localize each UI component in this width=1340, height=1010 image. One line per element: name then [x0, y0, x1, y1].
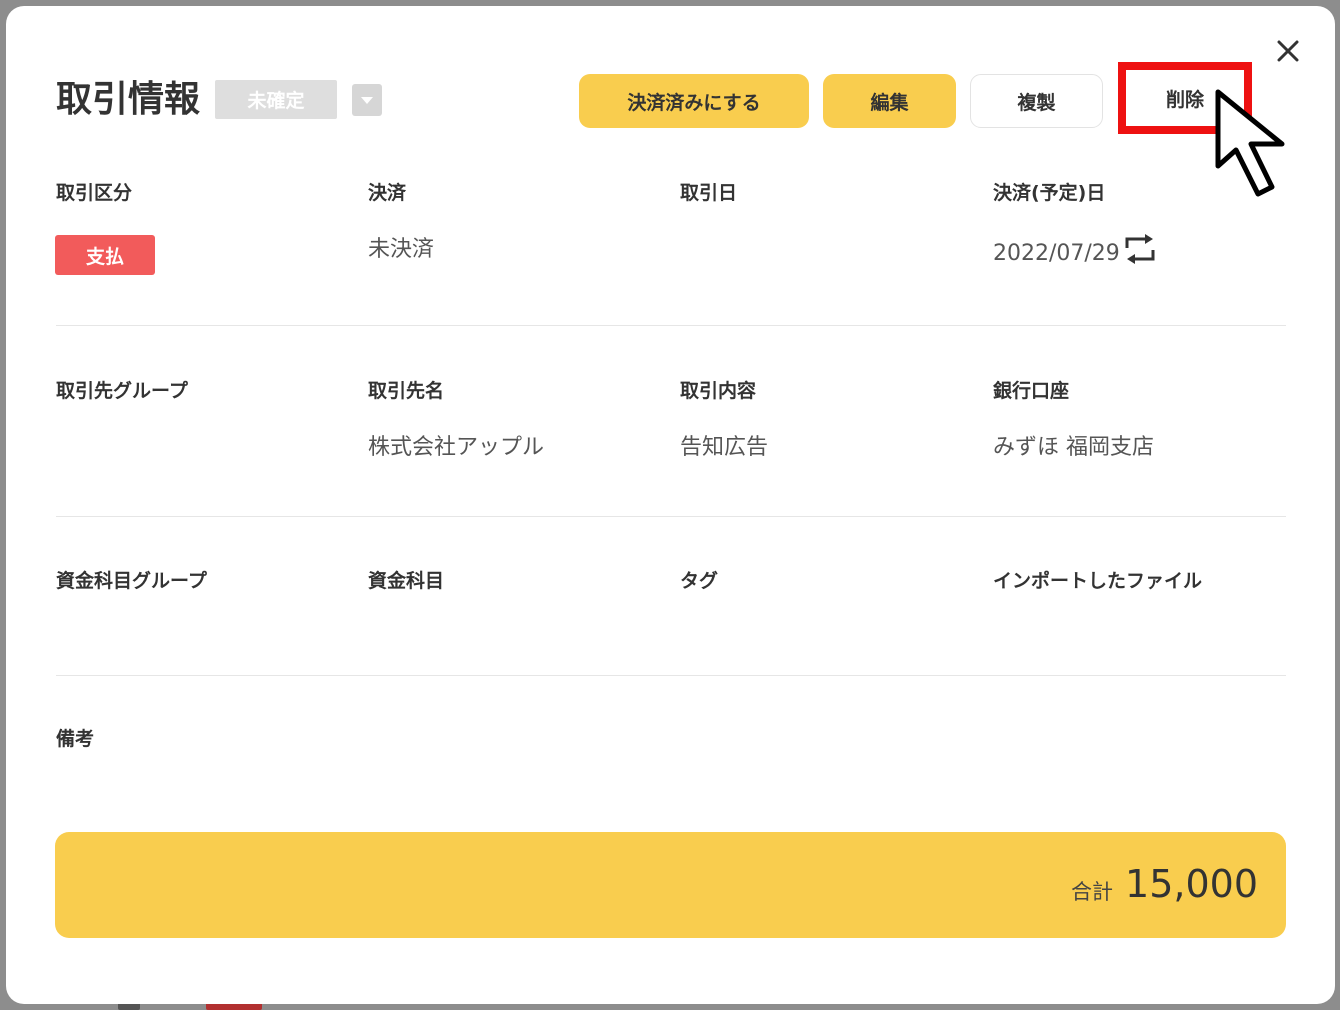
total-bar: 合計 15,000 — [55, 832, 1286, 938]
description-label: 取引内容 — [680, 380, 757, 402]
transaction-date-label: 取引日 — [680, 182, 738, 204]
account-item-label: 資金科目 — [368, 570, 445, 592]
settlement-date-label: 決済(予定)日 — [993, 182, 1106, 204]
tag-label: タグ — [680, 570, 719, 592]
settlement-date-value: 2022/07/29 — [993, 241, 1120, 266]
partner-group-label: 取引先グループ — [56, 380, 188, 402]
total-amount: 15,000 — [1125, 862, 1258, 906]
section-divider — [56, 516, 1286, 517]
close-button[interactable] — [1273, 36, 1303, 66]
bank-account-label: 銀行口座 — [993, 380, 1070, 402]
transaction-detail-dialog: 取引情報 未確定 決済済みにする 編集 複製 削除 取引区分 支払 決済 未決済… — [6, 6, 1335, 1004]
account-group-label: 資金科目グループ — [56, 570, 207, 592]
partner-name-value: 株式会社アップル — [368, 435, 545, 460]
repeat-icon[interactable] — [1123, 234, 1157, 264]
transaction-type-label: 取引区分 — [56, 182, 133, 204]
chevron-down-icon — [361, 97, 373, 104]
settlement-label: 決済 — [368, 182, 407, 204]
bank-account-value: みずほ 福岡支店 — [993, 435, 1154, 460]
mark-settled-button[interactable]: 決済済みにする — [579, 74, 809, 128]
transaction-type-badge: 支払 — [55, 235, 155, 275]
dialog-title: 取引情報 — [56, 79, 201, 120]
status-badge: 未確定 — [215, 80, 337, 119]
close-icon — [1277, 40, 1299, 62]
settlement-value: 未決済 — [368, 237, 435, 262]
total-label: 合計 — [1071, 880, 1113, 904]
status-dropdown-button[interactable] — [352, 84, 382, 116]
section-divider — [56, 675, 1286, 676]
description-value: 告知広告 — [680, 435, 769, 460]
imported-file-label: インポートしたファイル — [993, 570, 1203, 592]
remarks-label: 備考 — [56, 728, 95, 750]
section-divider — [56, 325, 1286, 326]
partner-name-label: 取引先名 — [368, 380, 445, 402]
copy-button[interactable]: 複製 — [970, 74, 1103, 128]
edit-button[interactable]: 編集 — [823, 74, 956, 128]
mouse-pointer-icon — [1215, 89, 1285, 197]
